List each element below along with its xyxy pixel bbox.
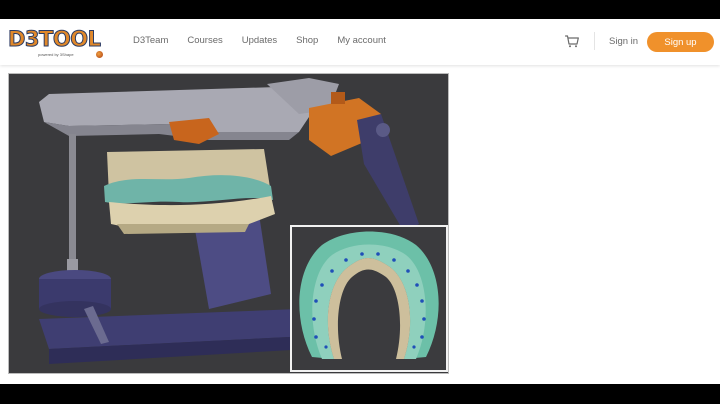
logo[interactable]: D3TOOL powered by 3Shape	[8, 27, 104, 59]
letterbox-top	[0, 0, 720, 19]
nav-item-shop[interactable]: Shop	[296, 35, 318, 46]
logo-text: D3TOOL	[8, 27, 102, 52]
splint-inset-view	[290, 225, 448, 372]
nav-links: D3Team Courses Updates Shop My account	[133, 35, 405, 46]
cart-icon[interactable]	[565, 35, 579, 48]
sign-up-button[interactable]: Sign up	[647, 32, 714, 52]
nav-item-d3team[interactable]: D3Team	[133, 35, 168, 46]
logo-badge-icon	[96, 51, 103, 58]
letterbox-bottom	[0, 384, 720, 404]
navbar: D3TOOL powered by 3Shape D3Team Courses …	[0, 19, 720, 65]
nav-item-updates[interactable]: Updates	[242, 35, 277, 46]
splint-illustration	[299, 231, 439, 359]
logo-tagline: powered by 3Shape	[38, 52, 74, 57]
sign-in-link[interactable]: Sign in	[609, 36, 638, 47]
nav-item-courses[interactable]: Courses	[187, 35, 222, 46]
nav-divider	[594, 32, 595, 50]
page: D3TOOL powered by 3Shape D3Team Courses …	[0, 19, 720, 384]
hero-video-frame[interactable]	[8, 73, 449, 374]
nav-item-my-account[interactable]: My account	[337, 35, 386, 46]
